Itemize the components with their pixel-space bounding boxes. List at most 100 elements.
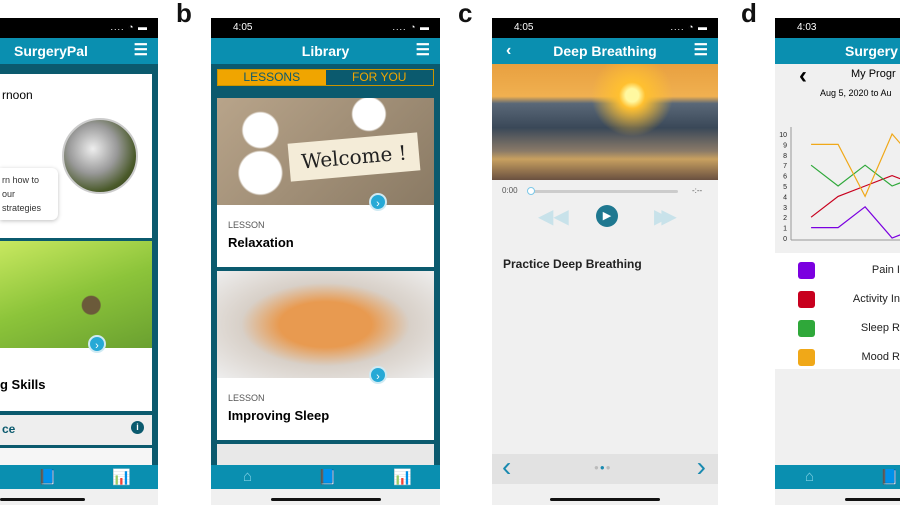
chart-icon[interactable]: 📊	[112, 468, 131, 486]
y-tick-label: 4	[783, 194, 787, 201]
legend-swatch	[798, 262, 815, 279]
back-icon[interactable]: ‹	[799, 62, 807, 90]
lesson-title: g Skills	[0, 377, 46, 392]
phone-progress: 4:03 Surgery ‹ My Progr Aug 5, 2020 to A…	[775, 18, 900, 505]
legend-label: Mood R	[861, 351, 900, 363]
legend-swatch	[798, 291, 815, 308]
legend-label: Sleep R	[860, 322, 900, 334]
time: 4:05	[233, 22, 253, 33]
panel-letter: d	[741, 0, 757, 28]
home-icon[interactable]: ⌂	[243, 468, 252, 485]
daisies-image: Welcome !	[217, 98, 434, 205]
progress-heading: My Progr	[851, 68, 896, 80]
cat-image	[217, 271, 434, 378]
greeting-text: rnoon	[2, 88, 33, 102]
lesson-kicker: LESSON	[228, 393, 265, 403]
phone-player: 4:05.... ◔ ▬ ‹ Deep Breathing ☰ 0:00 -:-- …	[492, 18, 718, 505]
book-icon[interactable]: 📘	[318, 468, 337, 486]
description-title: Practice Deep Breathing	[503, 257, 642, 271]
series-line-sleep-r	[810, 164, 900, 187]
app-title: Surgery	[845, 43, 898, 59]
series-line-mood-r	[811, 132, 900, 198]
y-tick-label: 0	[783, 236, 787, 243]
next-icon[interactable]: ›	[697, 451, 706, 483]
chart-icon[interactable]: 📊	[393, 468, 412, 486]
app-title: SurgeryPal	[14, 43, 88, 59]
panel-letter: b	[176, 0, 192, 28]
lesson-card-relaxation[interactable]: Welcome ! › LESSON Relaxation	[217, 98, 434, 267]
sunset-image	[492, 64, 718, 180]
waterfall-image	[62, 118, 138, 194]
legend-label: Pain I	[871, 264, 900, 276]
info-icon[interactable]: i	[131, 421, 144, 434]
bottom-nav: ⌂ 📘 📊	[211, 465, 440, 489]
bottom-nav: 📘 📊	[0, 465, 158, 489]
date-range: Aug 5, 2020 to Au	[820, 88, 892, 98]
wifi-battery-icon: .... ◔ ▬	[392, 22, 430, 32]
progress-chart: 0123456789108/68/78/88/98/10	[779, 127, 900, 243]
progress-slider[interactable]	[527, 187, 678, 195]
y-tick-label: 10	[779, 132, 787, 139]
lesson-kicker: LESSON	[228, 220, 265, 230]
home-indicator	[270, 498, 381, 501]
y-tick-label: 3	[783, 205, 787, 212]
menu-icon[interactable]: ☰	[694, 38, 708, 64]
slider-thumb[interactable]	[527, 187, 535, 195]
tab-lessons[interactable]: LESSONS	[218, 70, 326, 85]
legend-item: Sleep R	[775, 318, 900, 338]
status-bar: 4:05 .... ◔ ▬	[211, 18, 440, 38]
lesson-card[interactable]: › g Skills	[0, 241, 152, 411]
chevron-right-icon[interactable]: ›	[369, 193, 387, 211]
time: 4:05	[514, 22, 534, 33]
chevron-right-icon[interactable]: ›	[88, 335, 106, 353]
status-bar: .... ◔ ▬	[0, 18, 158, 38]
y-tick-label: 2	[783, 215, 787, 222]
lesson-title: Improving Sleep	[228, 408, 330, 423]
previous-icon[interactable]: ‹	[502, 451, 511, 483]
section-row[interactable]: ce i	[0, 415, 152, 445]
status-bar: 4:03	[775, 18, 900, 38]
time: 4:03	[797, 22, 817, 33]
chart-legend: Pain I Activity In Sleep R Mood R	[775, 253, 900, 369]
chevron-right-icon[interactable]: ›	[369, 366, 387, 384]
back-icon[interactable]: ‹	[506, 38, 511, 64]
section-label: ce	[2, 422, 16, 436]
series-line-pain-i	[811, 205, 900, 239]
app-header: Surgery	[775, 38, 900, 64]
book-icon[interactable]: 📘	[880, 468, 899, 486]
speech-bubble: rn how to our strategies	[0, 168, 58, 220]
legend-item: Activity In	[775, 289, 900, 309]
book-icon[interactable]: 📘	[38, 468, 57, 486]
page-dots: ●●●	[594, 463, 612, 472]
legend-swatch	[798, 349, 815, 366]
rewind-icon[interactable]: ◀◀	[538, 204, 569, 229]
menu-icon[interactable]: ☰	[416, 38, 430, 64]
status-bar: 4:05 .... ◔ ▬	[492, 18, 718, 38]
legend-item: Mood R	[775, 347, 900, 367]
pager-bar: ‹ ●●● ›	[492, 451, 718, 484]
welcome-sign: Welcome !	[287, 132, 421, 182]
home-indicator	[845, 498, 900, 501]
wifi-battery-icon: .... ◔ ▬	[110, 22, 148, 32]
y-tick-label: 8	[783, 153, 787, 160]
play-icon[interactable]: ▶	[596, 205, 618, 227]
home-icon[interactable]: ⌂	[805, 468, 814, 485]
bubble-line: our	[2, 189, 16, 199]
lesson-card-sleep[interactable]: › LESSON Improving Sleep	[217, 271, 434, 440]
tab-for-you[interactable]: FOR YOU	[326, 70, 434, 85]
card-partial	[0, 448, 152, 465]
bubble-line: rn how to	[2, 175, 40, 185]
home-indicator	[0, 498, 85, 501]
menu-icon[interactable]: ☰	[134, 38, 148, 64]
phone-library: 4:05 .... ◔ ▬ Library ☰ LESSONS FOR YOU We…	[211, 18, 440, 505]
home-indicator	[550, 498, 660, 501]
y-tick-label: 1	[783, 226, 787, 233]
lesson-title: Relaxation	[228, 235, 294, 250]
app-header: Library ☰	[211, 38, 440, 64]
fast-forward-icon[interactable]: ▶▶	[654, 204, 677, 229]
phone-home: .... ◔ ▬ SurgeryPal ☰ rnoon rn how to our…	[0, 18, 158, 505]
y-tick-label: 5	[783, 184, 787, 191]
card-partial	[217, 444, 434, 465]
bottom-nav: ⌂ 📘	[775, 465, 900, 489]
legend-label: Activity In	[852, 293, 900, 305]
